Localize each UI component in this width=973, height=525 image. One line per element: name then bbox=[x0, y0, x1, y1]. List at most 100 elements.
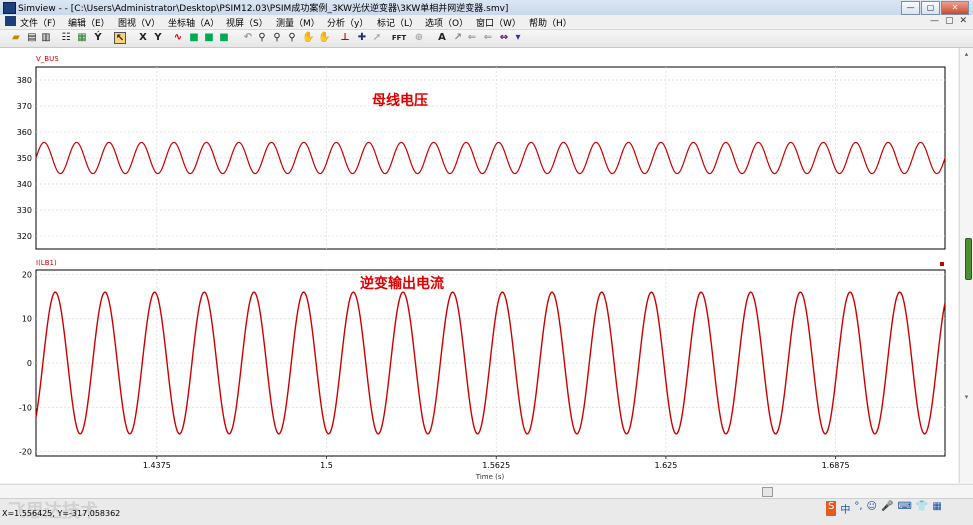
y-tick-label: 350 bbox=[17, 154, 32, 163]
horizontal-scroll-thumb[interactable] bbox=[762, 487, 773, 497]
maximize-button[interactable]: ▢ bbox=[921, 1, 940, 15]
print-icon[interactable]: ▤ bbox=[26, 32, 38, 44]
keyboard-icon[interactable]: ⌨ bbox=[897, 501, 911, 516]
x-tick-label: 1.4375 bbox=[143, 461, 171, 470]
microphone-icon[interactable]: 🎤 bbox=[881, 501, 893, 516]
mdi-minimize-button[interactable]: — bbox=[930, 16, 939, 26]
x-axis-button[interactable]: X bbox=[137, 32, 149, 44]
grab-hand-icon[interactable]: ✋ bbox=[318, 32, 330, 44]
y-tick-label: 380 bbox=[17, 76, 32, 85]
document-icon[interactable] bbox=[5, 16, 16, 26]
menu-analysis[interactable]: 分析（y） bbox=[327, 16, 368, 29]
zoom-out-icon[interactable]: ⚲ bbox=[286, 32, 298, 44]
menu-label[interactable]: 标记（L） bbox=[377, 16, 418, 29]
simview-app-icon[interactable] bbox=[3, 2, 16, 14]
y-tick-label: 10 bbox=[22, 315, 32, 324]
menu-options[interactable]: 选项（O） bbox=[425, 16, 468, 29]
fft-button[interactable]: FFT bbox=[391, 32, 407, 44]
current-panel: 20 10 0 -10 -20 I(LB1) 逆变输出电流 bbox=[19, 259, 946, 457]
mdi-restore-button[interactable]: ▢ bbox=[945, 16, 954, 26]
skin-icon[interactable]: 👕 bbox=[916, 501, 928, 516]
close-button[interactable]: ✕ bbox=[941, 1, 969, 15]
current-series-label: I(LB1) bbox=[36, 259, 57, 267]
current-y-ticks: 20 10 0 -10 -20 bbox=[19, 270, 32, 456]
pan-hand-icon[interactable]: ✋ bbox=[302, 32, 314, 44]
y-tick-label: -20 bbox=[19, 448, 32, 457]
y-tick-label: 360 bbox=[17, 128, 32, 137]
title-bar: Simview - - [C:\Users\Administrator\Desk… bbox=[0, 0, 973, 16]
clipboard-icon[interactable]: ▥ bbox=[40, 32, 52, 44]
ime-tray: S 中 °, ☺ 🎤 ⌨ 👕 ▦ bbox=[826, 501, 942, 516]
menu-measure[interactable]: 测量（M） bbox=[276, 16, 320, 29]
ime-language-indicator[interactable]: 中 bbox=[840, 501, 850, 516]
current-annotation: 逆变输出电流 bbox=[360, 275, 444, 292]
line-icon[interactable]: ↗ bbox=[452, 32, 464, 44]
panel-marker bbox=[940, 262, 944, 266]
arrow-left-icon[interactable]: ⇐ bbox=[466, 32, 478, 44]
target-icon[interactable]: ⊕ bbox=[413, 32, 425, 44]
x-tick-label: 1.6875 bbox=[822, 461, 850, 470]
y-axis-button[interactable]: Y bbox=[152, 32, 164, 44]
vbus-panel: 380 370 360 350 340 330 320 V_BUS 母线电压 bbox=[17, 55, 946, 250]
plot-area[interactable]: 380 370 360 350 340 330 320 V_BUS 母线电压 20 10 0 -1… bbox=[0, 48, 958, 483]
toolbar: ▰ ▤ ▥ ☷ ▦ Ý ↖ X Y ∿ ■ ■ ■ ↶ ⚲ ⚲ ⚲ ✋ ✋ ⊥ … bbox=[0, 30, 973, 48]
open-folder-icon[interactable]: ▰ bbox=[10, 32, 22, 44]
menu-bar: 文件（F） 编辑（E） 图视（V） 坐标轴（A） 视屏（S） 测量（M） 分析（… bbox=[0, 15, 973, 30]
menu-window[interactable]: 窗口（W） bbox=[476, 16, 521, 29]
y-tick-label: 340 bbox=[17, 180, 32, 189]
zoom-in-icon[interactable]: ⚲ bbox=[271, 32, 283, 44]
menu-view[interactable]: 图视（V） bbox=[118, 16, 160, 29]
marker-icon[interactable]: ✚ bbox=[356, 32, 368, 44]
x-tick-label: 1.625 bbox=[654, 461, 677, 470]
waveform-icon[interactable]: ∿ bbox=[172, 32, 184, 44]
status-bar: 飞思达技术 X=1.556425, Y=-317.058362 S 中 °, ☺… bbox=[0, 498, 973, 525]
ime-punctuation-icon[interactable]: °, bbox=[854, 501, 862, 516]
toolbox-icon[interactable]: ▦ bbox=[932, 501, 941, 516]
arrow-right-icon[interactable]: ⇐ bbox=[482, 32, 494, 44]
zoom-icon[interactable]: ⚲ bbox=[256, 32, 268, 44]
undo-icon[interactable]: ↶ bbox=[242, 32, 254, 44]
y-tick-label: -10 bbox=[19, 403, 32, 412]
vbus-series-label: V_BUS bbox=[36, 55, 59, 63]
x-axis-label: Time (s) bbox=[475, 473, 505, 481]
y-axis-icon[interactable]: Ý bbox=[92, 32, 104, 44]
screen-3-icon[interactable]: ■ bbox=[218, 32, 230, 44]
marker-next-icon[interactable]: ➚ bbox=[371, 32, 383, 44]
menu-axis[interactable]: 坐标轴（A） bbox=[168, 16, 219, 29]
y-tick-label: 330 bbox=[17, 206, 32, 215]
chart-icon[interactable]: ▦ bbox=[76, 32, 88, 44]
sogou-icon[interactable]: S bbox=[826, 501, 837, 516]
cursor-coordinates: X=1.556425, Y=-317.058362 bbox=[2, 509, 121, 518]
vertical-scroll-thumb[interactable] bbox=[965, 238, 972, 280]
screen-2-icon[interactable]: ■ bbox=[203, 32, 215, 44]
y-tick-label: 370 bbox=[17, 102, 32, 111]
waveform-plots: 380 370 360 350 340 330 320 V_BUS 母线电压 20 10 0 -1… bbox=[17, 55, 946, 481]
y-tick-label: 20 bbox=[22, 270, 32, 279]
minimize-button[interactable]: — bbox=[901, 1, 920, 15]
menu-screen[interactable]: 视屏（S） bbox=[226, 16, 268, 29]
x-tick-label: 1.5 bbox=[320, 461, 333, 470]
toolbar-dropdown-icon[interactable]: ▾ bbox=[512, 32, 524, 44]
mdi-controls: — ▢ ✕ bbox=[930, 16, 967, 26]
mdi-close-button[interactable]: ✕ bbox=[959, 16, 967, 26]
select-cursor-icon[interactable]: ↖ bbox=[114, 32, 126, 44]
vbus-y-ticks: 380 370 360 350 340 330 320 bbox=[17, 76, 32, 241]
menu-help[interactable]: 帮助（H） bbox=[529, 16, 572, 29]
print-setup-icon[interactable]: ☷ bbox=[60, 32, 72, 44]
text-button[interactable]: A bbox=[436, 32, 448, 44]
scroll-down-icon[interactable]: ▾ bbox=[962, 393, 971, 402]
menu-file[interactable]: 文件（F） bbox=[20, 16, 61, 29]
scroll-up-icon[interactable]: ▴ bbox=[962, 50, 971, 59]
double-arrow-icon[interactable]: ⇔ bbox=[498, 32, 510, 44]
vertical-scrollbar[interactable]: ▴ ▾ bbox=[959, 48, 973, 483]
y-tick-label: 0 bbox=[27, 359, 32, 368]
x-tick-label: 1.5625 bbox=[482, 461, 510, 470]
horizontal-scrollbar[interactable] bbox=[0, 484, 973, 499]
y-tick-label: 320 bbox=[17, 232, 32, 241]
cursor-icon[interactable]: ⊥ bbox=[339, 32, 351, 44]
x-axis-ticks: 1.4375 1.5 1.5625 1.625 1.6875 bbox=[143, 456, 850, 470]
ime-emoji-icon[interactable]: ☺ bbox=[867, 501, 877, 516]
window-controls: — ▢ ✕ bbox=[901, 1, 969, 15]
menu-edit[interactable]: 编辑（E） bbox=[68, 16, 110, 29]
screen-1-icon[interactable]: ■ bbox=[188, 32, 200, 44]
